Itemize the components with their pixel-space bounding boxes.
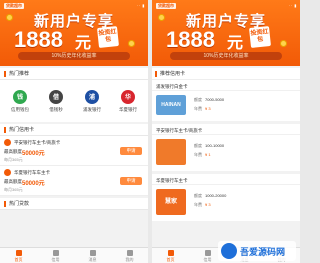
- bank-item[interactable]: 华 华夏银行: [113, 89, 143, 113]
- loan-amount: 50000元: [22, 181, 45, 187]
- tab-bar: 首页 信用 消息 我的: [0, 247, 148, 263]
- promo-banner[interactable]: 贷款超市 ·· ▮ 新用户专享 1888 元 投资红包 10%历史年化收益率: [0, 0, 148, 66]
- tab-home[interactable]: 首页: [152, 248, 189, 263]
- bank-grid: 钱 信用钱包 借 借钱秒 浦 浦发银行 华 华夏银行: [0, 80, 148, 122]
- card-icon: [52, 250, 59, 256]
- watermark-text: 吾爱源码网: [240, 246, 286, 257]
- banner-badge: 投资红包: [97, 26, 119, 48]
- card-row: 额度 7000-5000: [194, 97, 225, 102]
- section-title: 热门推荐: [9, 71, 30, 77]
- watermark-logo-icon: [221, 243, 237, 259]
- bank-name: 信用钱包: [11, 106, 29, 112]
- watermark: 吾爱源码网: [218, 241, 296, 261]
- banner-amount: 1888: [166, 27, 215, 52]
- card-thumbnail: 慧家: [156, 189, 186, 215]
- bank-name: 浦发银行: [83, 106, 101, 112]
- banner-unit: 元: [227, 35, 244, 52]
- status-indicators: ·· ▮: [137, 3, 145, 8]
- dog-icon: [156, 139, 186, 165]
- loan-label: 最高额度: [4, 149, 22, 154]
- loan-card[interactable]: 华夏银行车车主卡 最高额度 50000元 每月365元 申请: [0, 166, 148, 196]
- right-screen: 贷款超市 ·· ▮ 新用户专享 1888 元 投资红包 10%历史年化收益率 推…: [152, 0, 300, 263]
- user-icon: [126, 250, 133, 256]
- card-list-item[interactable]: 浦发银行白金卡 HAINAN 额度 7000-5000 年费 ¥ 3: [152, 80, 300, 124]
- status-indicators: ·· ▮: [289, 3, 297, 8]
- banner-unit: 元: [75, 35, 92, 52]
- loan-card[interactable]: 平安银行车主卡/商旅卡 最高额度 50000元 每月365元 申请: [0, 136, 148, 166]
- coin-decoration: [280, 40, 287, 47]
- section-card-header: 热门信用卡: [0, 124, 148, 136]
- section-title: 热门信用卡: [9, 127, 35, 133]
- loan-title: 平安银行车主卡/商旅卡: [14, 140, 61, 145]
- section-hot-header: 热门推荐: [0, 68, 148, 80]
- apply-button[interactable]: 申请: [120, 177, 142, 185]
- tab-messages[interactable]: 消息: [74, 248, 111, 263]
- card-row: 年费 ¥ 1: [194, 152, 211, 157]
- bank-name: 借钱秒: [49, 106, 63, 112]
- bank-name: 华夏银行: [119, 106, 137, 112]
- loan-label: 最高额度: [4, 179, 22, 184]
- card-icon: [4, 169, 11, 176]
- card-icon: [4, 139, 11, 146]
- card-row: 额度 1000-20000: [194, 193, 227, 198]
- card-name: 浦发银行白金卡: [152, 80, 300, 91]
- left-screen: 贷款超市 ·· ▮ 新用户专享 1888 元 投资红包 10%历史年化收益率 热…: [0, 0, 148, 263]
- tab-profile[interactable]: 我的: [111, 248, 148, 263]
- bank-logo-icon: 浦: [85, 89, 99, 104]
- recommend-header: 推荐信用卡: [152, 68, 300, 80]
- bank-item[interactable]: 浦 浦发银行: [77, 89, 107, 113]
- app-logo: 贷款超市: [156, 3, 176, 9]
- card-row: 额度 100-10000: [194, 143, 225, 148]
- bank-logo-icon: 钱: [13, 89, 27, 104]
- card-icon: [204, 250, 211, 256]
- app-logo: 贷款超市: [4, 3, 24, 9]
- promo-banner[interactable]: 贷款超市 ·· ▮ 新用户专享 1888 元 投资红包 10%历史年化收益率: [152, 0, 300, 66]
- banner-badge: 投资红包: [249, 26, 271, 48]
- section-title: 热门贷款: [9, 201, 30, 207]
- section-title: 推荐信用卡: [160, 71, 186, 77]
- card-row: 年费 ¥ 3: [194, 202, 211, 207]
- coin-decoration: [128, 40, 135, 47]
- banner-subtitle: 10%历史年化收益率: [18, 52, 130, 60]
- card-name: 华夏银行车主卡: [152, 174, 300, 185]
- loan-sub: 每月365元: [4, 187, 23, 192]
- message-icon: [89, 250, 96, 256]
- loan-title: 华夏银行车车主卡: [14, 170, 50, 175]
- home-icon: [15, 250, 22, 256]
- bank-logo-icon: 华: [121, 89, 135, 104]
- section-more-header: 热门贷款: [0, 198, 148, 210]
- apply-button[interactable]: 申请: [120, 147, 142, 155]
- card-name: 平安银行车主卡/商旅卡: [152, 124, 300, 135]
- banner-amount: 1888: [14, 27, 63, 52]
- banner-subtitle: 10%历史年化收益率: [170, 52, 282, 60]
- bank-logo-icon: 借: [49, 89, 63, 104]
- bank-item[interactable]: 借 借钱秒: [41, 89, 71, 113]
- loan-sub: 每月365元: [4, 157, 23, 162]
- loan-amount: 50000元: [22, 151, 45, 157]
- home-icon: [167, 250, 174, 256]
- card-thumbnail: HAINAN: [156, 95, 186, 115]
- tab-home[interactable]: 首页: [0, 248, 37, 263]
- bank-item[interactable]: 钱 信用钱包: [5, 89, 35, 113]
- card-list-item[interactable]: 平安银行车主卡/商旅卡 额度 100-10000 年费 ¥ 1: [152, 124, 300, 174]
- card-row: 年费 ¥ 3: [194, 106, 211, 111]
- card-list-item[interactable]: 华夏银行车主卡 慧家 额度 1000-20000 年费 ¥ 3: [152, 174, 300, 224]
- tab-credit[interactable]: 信用: [37, 248, 74, 263]
